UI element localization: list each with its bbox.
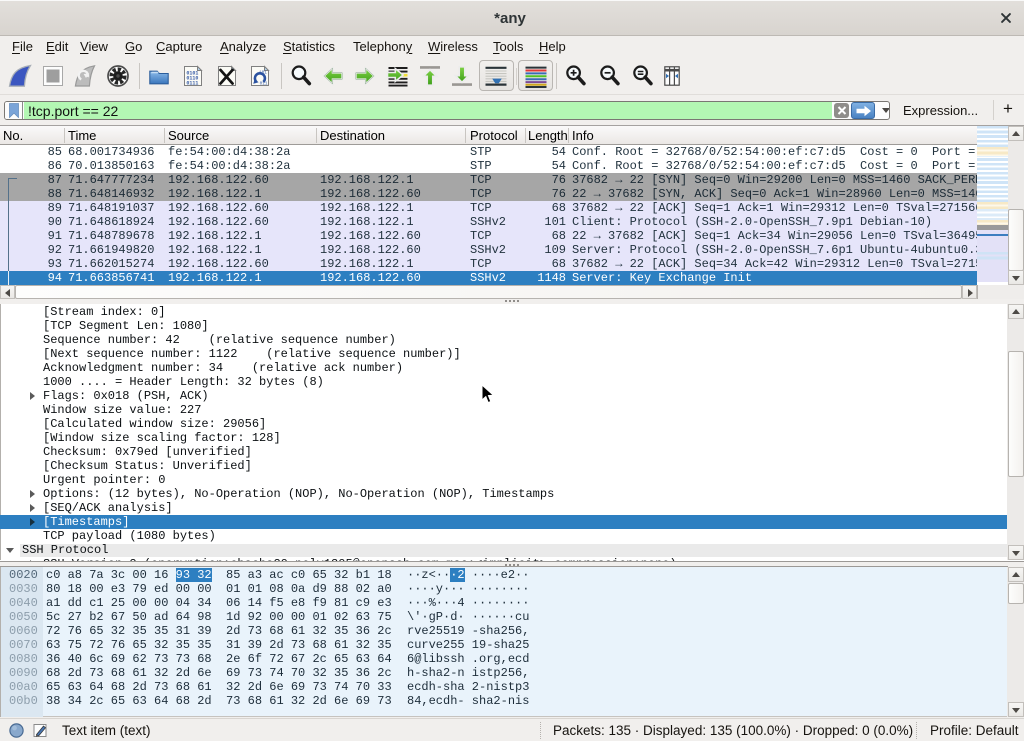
svg-text:0111: 0111 <box>186 80 198 86</box>
